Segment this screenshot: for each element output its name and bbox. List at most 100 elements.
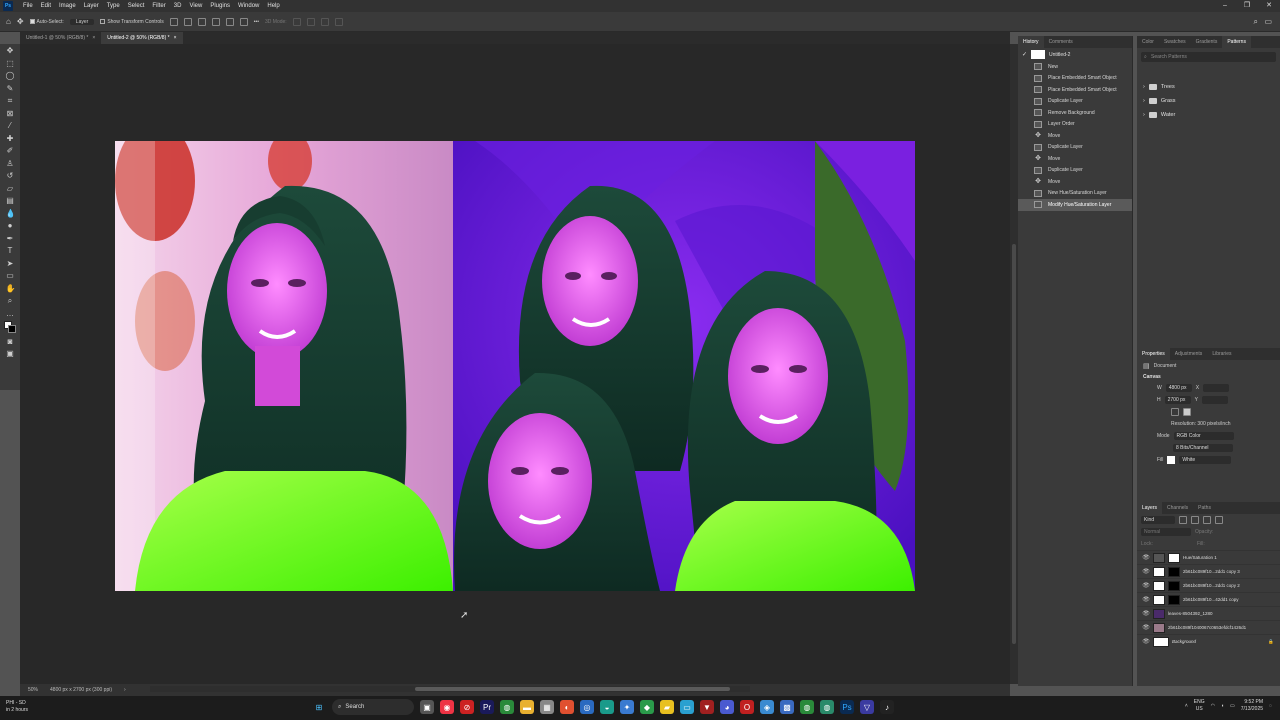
history-item[interactable]: Place Embedded Smart Object <box>1018 73 1132 85</box>
portrait-icon[interactable] <box>1171 408 1179 416</box>
layer-name[interactable]: Hue/Saturation 1 <box>1183 555 1217 560</box>
eye-icon[interactable]: 👁 <box>1142 582 1150 589</box>
windows-start-icon[interactable]: ⊞ <box>312 700 326 714</box>
layer-row[interactable]: 👁 Hue/Saturation 1 <box>1137 550 1280 564</box>
path-select-tool-icon[interactable]: ➤ <box>6 259 15 268</box>
app-icon[interactable]: ▼ <box>700 700 714 714</box>
filter-type-icon[interactable] <box>1203 516 1211 524</box>
layer-row[interactable]: 👁 2b61bc089f10...2dd1 copy 3 <box>1137 564 1280 578</box>
language-indicator[interactable]: ENG US <box>1194 699 1205 713</box>
eye-icon[interactable]: 👁 <box>1142 624 1150 631</box>
app-icon[interactable]: ◎ <box>580 700 594 714</box>
notification-icon[interactable]: ◌ <box>1269 703 1272 709</box>
close-icon[interactable]: × <box>92 32 95 44</box>
tab-swatches[interactable]: Swatches <box>1159 36 1191 48</box>
layer-row[interactable]: 👁 2b61bc089f10...42dd1 copy <box>1137 592 1280 606</box>
scrollbar-thumb[interactable] <box>415 687 730 691</box>
layer-row[interactable]: 👁 2b61bc089f10...2dd1 copy 2 <box>1137 578 1280 592</box>
filter-shape-icon[interactable] <box>1215 516 1223 524</box>
search-icon[interactable]: ⌕ <box>1254 17 1258 27</box>
layer-name[interactable]: 2b61bc089f1040067c0653efdcf1426d1 <box>1168 625 1246 630</box>
more-tools-icon[interactable]: … <box>6 309 15 318</box>
align-bottom-icon[interactable] <box>239 17 248 26</box>
align-left-icon[interactable] <box>169 17 178 26</box>
history-item[interactable]: ✥ Move <box>1018 153 1132 165</box>
chevron-right-icon[interactable]: › <box>1143 112 1145 118</box>
tiktok-icon[interactable]: ♪ <box>880 700 894 714</box>
frame-tool-icon[interactable]: ⊠ <box>6 109 15 118</box>
opera-icon[interactable]: O <box>740 700 754 714</box>
history-item[interactable]: ✥ Move <box>1018 130 1132 142</box>
layer-name[interactable]: Background <box>1172 639 1196 644</box>
layer-mask-thumbnail[interactable] <box>1168 594 1180 605</box>
menu-edit[interactable]: Edit <box>37 3 55 9</box>
sticky-notes-icon[interactable]: ▰ <box>660 700 674 714</box>
hand-tool-icon[interactable]: ✋ <box>6 284 16 293</box>
auto-select-checkbox[interactable] <box>29 19 35 24</box>
filter-adjust-icon[interactable] <box>1191 516 1199 524</box>
tab-untitled-2[interactable]: Untitled-2 @ 50% (RGB/8) * × <box>101 32 183 44</box>
user-status[interactable]: PHI - SD in 2 hours <box>6 700 28 714</box>
layer-name[interactable]: 2b61bc089f10...2dd1 copy 3 <box>1183 569 1240 574</box>
document-info[interactable]: 4800 px x 2700 px (300 ppi) <box>50 687 112 693</box>
tab-history[interactable]: History <box>1018 36 1044 48</box>
layer-name[interactable]: 2b61bc089f10...42dd1 copy <box>1183 597 1239 602</box>
align-right-icon[interactable] <box>197 17 206 26</box>
document-canvas[interactable] <box>115 141 915 591</box>
more-options-icon[interactable]: ••• <box>254 19 259 25</box>
eye-icon[interactable]: 👁 <box>1142 610 1150 617</box>
width-field[interactable]: 4800 px <box>1165 384 1192 392</box>
eye-icon[interactable]: 👁 <box>1142 554 1150 561</box>
align-middle-icon[interactable] <box>225 17 234 26</box>
minimize-icon[interactable]: – <box>1214 0 1236 12</box>
edge-icon[interactable]: ◒ <box>600 700 614 714</box>
app-icon[interactable]: ▭ <box>680 700 694 714</box>
menu-window[interactable]: Window <box>234 3 263 9</box>
pattern-folder-water[interactable]: › Water <box>1137 108 1280 122</box>
stamp-tool-icon[interactable]: ♙ <box>6 159 15 168</box>
tab-patterns[interactable]: Patterns <box>1222 36 1251 48</box>
menu-help[interactable]: Help <box>263 3 283 9</box>
history-item-current[interactable]: Modify Hue/Saturation Layer <box>1018 199 1132 211</box>
layer-thumbnail[interactable] <box>1153 566 1165 577</box>
task-view-icon[interactable]: ▣ <box>420 700 434 714</box>
app-icon[interactable]: ▦ <box>540 700 554 714</box>
history-brush-icon[interactable]: ↺ <box>6 171 15 180</box>
tab-comments[interactable]: Comments <box>1044 36 1078 48</box>
filter-pixel-icon[interactable] <box>1179 516 1187 524</box>
tab-libraries[interactable]: Libraries <box>1207 348 1236 360</box>
premiere-icon[interactable]: Pr <box>480 700 494 714</box>
menu-view[interactable]: View <box>185 3 206 9</box>
history-item[interactable]: Layer Order <box>1018 119 1132 131</box>
photoshop-logo-icon[interactable]: Ps <box>3 1 13 11</box>
crop-tool-icon[interactable]: ⌗ <box>6 96 15 105</box>
app-icon[interactable]: ◈ <box>760 700 774 714</box>
tab-color[interactable]: Color <box>1137 36 1159 48</box>
eraser-tool-icon[interactable]: ▱ <box>6 184 15 193</box>
app-icon[interactable]: ◍ <box>820 700 834 714</box>
eye-icon[interactable]: 👁 <box>1142 568 1150 575</box>
tab-untitled-1[interactable]: Untitled-1 @ 50% (RGB/8) * × <box>20 32 101 44</box>
history-item[interactable]: New <box>1018 61 1132 73</box>
quick-select-tool-icon[interactable]: ✎ <box>6 84 15 93</box>
layer-thumbnail[interactable] <box>1153 608 1165 619</box>
photoshop-taskbar-icon[interactable]: Ps <box>840 700 854 714</box>
menu-file[interactable]: File <box>19 3 37 9</box>
move-tool-icon[interactable]: ✥ <box>6 46 15 55</box>
bit-depth-dropdown[interactable]: 8 Bits/Channel <box>1173 444 1233 452</box>
canvas-area[interactable]: ➚ <box>20 44 1010 684</box>
patterns-search-input[interactable]: ⌕ Search Patterns <box>1141 52 1276 62</box>
layer-thumbnail[interactable] <box>1153 622 1165 633</box>
workspace-icon[interactable]: ▭ <box>1264 17 1272 26</box>
chrome-icon[interactable]: ◍ <box>500 700 514 714</box>
auto-select-option[interactable]: Auto-Select: <box>29 19 64 25</box>
history-item[interactable]: Remove Background <box>1018 107 1132 119</box>
taskbar-search[interactable]: ⌕ Search <box>332 699 414 715</box>
layer-dropdown[interactable]: Layer <box>69 18 95 25</box>
close-icon[interactable]: × <box>174 32 177 44</box>
app-icon[interactable]: ⊘ <box>460 700 474 714</box>
chevron-up-icon[interactable]: ˄ <box>1185 703 1188 709</box>
volume-icon[interactable]: ◖ <box>1221 703 1224 709</box>
layer-thumbnail[interactable] <box>1153 594 1165 605</box>
file-explorer-icon[interactable]: ▬ <box>520 700 534 714</box>
